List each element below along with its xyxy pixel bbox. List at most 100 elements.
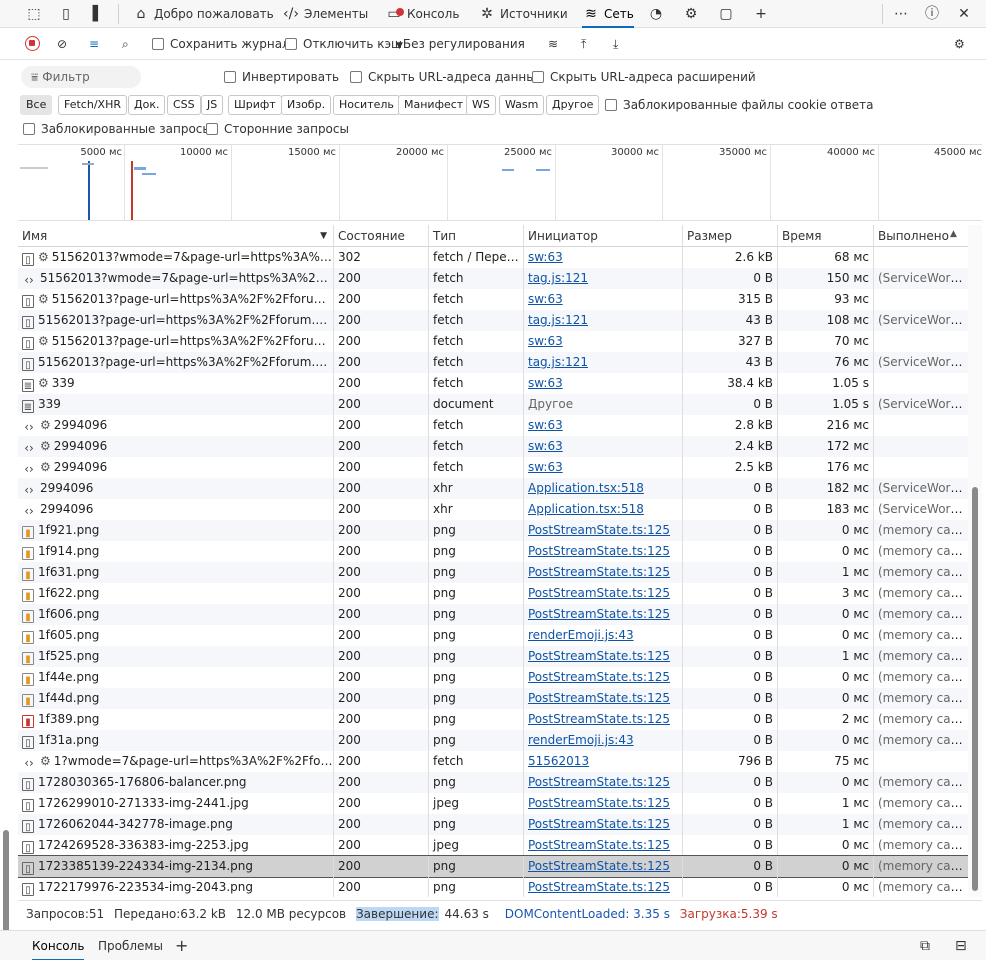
- table-row[interactable]: ▮ 1f389.png 200 png PostStreamState.ts:125 0 …: [18, 709, 968, 730]
- table-row[interactable]: ▮ 1f605.png 200 png renderEmoji.js:43 0 B 0 мс…: [18, 625, 968, 646]
- search-icon[interactable]: ⌕: [122, 34, 129, 54]
- table-row[interactable]: ▮ 1f44d.png 200 png PostStreamState.ts:125 0 …: [18, 688, 968, 709]
- type-filter-manifest[interactable]: Манифест: [398, 95, 470, 115]
- cell-init[interactable]: Application.tsx:518: [524, 478, 683, 499]
- hide-extension-urls-checkbox[interactable]: Скрыть URL-адреса расширений: [532, 68, 756, 86]
- table-row[interactable]: ▯ ⚙ 51562013?page-url=https%3A%2F%2Fforum.…: [18, 289, 968, 310]
- cell-init[interactable]: sw:63: [524, 289, 683, 310]
- cell-init[interactable]: renderEmoji.js:43: [524, 730, 683, 751]
- more-tools-icon[interactable]: +: [751, 4, 771, 24]
- type-filter-wasm[interactable]: Wasm: [499, 95, 545, 115]
- table-row[interactable]: ▯ ⚙ 51562013?wmode=7&page-url=https%3A%2F%…: [18, 247, 968, 268]
- table-scrollbar[interactable]: [968, 225, 982, 897]
- cell-init[interactable]: sw:63: [524, 436, 683, 457]
- table-row[interactable]: ‹› ⚙ 1?wmode=7&page-url=https%3A%2F%2Fforu…: [18, 751, 968, 772]
- table-row[interactable]: ▯ 51562013?page-url=https%3A%2F%2Fforum.e…: [18, 310, 968, 331]
- cell-init[interactable]: sw:63: [524, 415, 683, 436]
- filter-toggle-icon[interactable]: ≡: [89, 34, 99, 54]
- table-row[interactable]: ▮ 1f525.png 200 png PostStreamState.ts:125 0 …: [18, 646, 968, 667]
- settings-gear-icon[interactable]: ⚙: [954, 34, 965, 54]
- network-overview[interactable]: 5000 мс 10000 мс 15000 мс 20000 мс 25000…: [18, 144, 982, 221]
- cell-init[interactable]: Application.tsx:518: [524, 499, 683, 520]
- blocked-requests-checkbox[interactable]: Заблокированные запросы: [23, 120, 212, 138]
- table-row[interactable]: ▮ 1f631.png 200 png PostStreamState.ts:125 0 …: [18, 562, 968, 583]
- column-header-initiator[interactable]: Инициатор: [524, 225, 683, 247]
- cell-init[interactable]: PostStreamState.ts:125: [524, 688, 683, 709]
- type-filter-other[interactable]: Другое: [546, 95, 600, 115]
- tab-network[interactable]: ≋ Сеть: [582, 0, 634, 28]
- cell-init[interactable]: renderEmoji.js:43: [524, 625, 683, 646]
- cell-init[interactable]: PostStreamState.ts:125: [524, 793, 683, 814]
- cell-init[interactable]: tag.js:121: [524, 268, 683, 289]
- cell-init[interactable]: PostStreamState.ts:125: [524, 583, 683, 604]
- cell-init[interactable]: PostStreamState.ts:125: [524, 877, 683, 897]
- hide-data-urls-checkbox[interactable]: Скрыть URL-адреса данных: [350, 68, 543, 86]
- more-options-icon[interactable]: ⋯: [891, 4, 911, 24]
- type-filter-all[interactable]: Все: [20, 95, 53, 115]
- table-row[interactable]: ▯ 1723385139-224334-img-2134.png 200 png Pos…: [18, 855, 968, 878]
- column-header-name[interactable]: Имя ▼: [18, 225, 334, 247]
- cell-init[interactable]: tag.js:121: [524, 352, 683, 373]
- import-har-icon[interactable]: ⤒: [581, 34, 586, 54]
- type-filter-fetch-xhr[interactable]: Fetch/XHR: [58, 95, 127, 115]
- table-row[interactable]: ‹› 2994096 200 xhr Application.tsx:518 0 B 182…: [18, 478, 968, 499]
- inspect-element-icon[interactable]: ⬚: [24, 4, 44, 24]
- drawer-splitter-handle[interactable]: [3, 830, 9, 940]
- table-row[interactable]: ▯ 1726299010-271333-img-2441.jpg 200 jpeg Po…: [18, 793, 968, 814]
- type-filter-css[interactable]: CSS: [167, 95, 201, 115]
- cell-init[interactable]: sw:63: [524, 331, 683, 352]
- invert-checkbox[interactable]: Инвертировать: [224, 68, 339, 86]
- close-icon[interactable]: ✕: [954, 4, 974, 24]
- table-row[interactable]: ▯ 1726062044-342778-image.png 200 png PostSt…: [18, 814, 968, 835]
- clear-icon[interactable]: ⊘: [57, 34, 67, 54]
- cell-init[interactable]: sw:63: [524, 247, 683, 268]
- cell-init[interactable]: sw:63: [524, 457, 683, 478]
- table-row[interactable]: ▯ 1728030365-176806-balancer.png 200 png Pos…: [18, 772, 968, 793]
- drawer-tab-console[interactable]: Консоль: [32, 931, 85, 960]
- add-drawer-tab-icon[interactable]: +: [175, 931, 188, 960]
- network-conditions-icon[interactable]: ≋: [548, 34, 558, 54]
- type-filter-img[interactable]: Изобр.: [281, 95, 332, 115]
- help-icon[interactable]: ⓘ: [922, 4, 942, 24]
- preserve-log-checkbox[interactable]: Сохранить журнал: [152, 34, 290, 54]
- type-filter-ws[interactable]: WS: [466, 95, 496, 115]
- record-icon[interactable]: [25, 34, 43, 54]
- chevron-up-icon[interactable]: ▲: [950, 229, 957, 239]
- disable-cache-checkbox[interactable]: Отключить кэш: [285, 34, 402, 54]
- table-row[interactable]: ▮ 1f606.png 200 png PostStreamState.ts:125 0 …: [18, 604, 968, 625]
- dock-sidebar-icon[interactable]: ▌: [88, 4, 108, 24]
- type-filter-media[interactable]: Носитель: [333, 95, 400, 115]
- minimize-drawer-icon[interactable]: ⊟: [955, 931, 967, 960]
- column-header-type[interactable]: Тип: [429, 225, 524, 247]
- table-row[interactable]: ≣ ⚙ 339 200 fetch sw:63 38.4 kB 1.05 s: [18, 373, 968, 394]
- table-row[interactable]: ‹› 51562013?wmode=7&page-url=https%3A%2F%…: [18, 268, 968, 289]
- performance-icon[interactable]: ◔: [646, 4, 666, 24]
- filter-input[interactable]: ⩸ Фильтр: [21, 66, 141, 88]
- table-row[interactable]: ▯ 1722179976-223534-img-2043.png 200 png Pos…: [18, 877, 968, 897]
- device-emulation-icon[interactable]: ▯: [56, 4, 76, 24]
- table-row[interactable]: ▮ 1f921.png 200 png PostStreamState.ts:125 0 …: [18, 520, 968, 541]
- table-row[interactable]: ‹› ⚙ 2994096 200 fetch sw:63 2.4 kB 172 мс: [18, 436, 968, 457]
- cell-init[interactable]: PostStreamState.ts:125: [524, 541, 683, 562]
- table-row[interactable]: ▯ 51562013?page-url=https%3A%2F%2Fforum.e…: [18, 352, 968, 373]
- cell-init[interactable]: tag.js:121: [524, 310, 683, 331]
- table-row[interactable]: ‹› ⚙ 2994096 200 fetch sw:63 2.5 kB 176 мс: [18, 457, 968, 478]
- table-row[interactable]: ▮ 1f44e.png 200 png PostStreamState.ts:125 0 …: [18, 667, 968, 688]
- table-row[interactable]: ‹› ⚙ 2994096 200 fetch sw:63 2.8 kB 216 мс: [18, 415, 968, 436]
- type-filter-doc[interactable]: Док.: [128, 95, 166, 115]
- cell-init[interactable]: sw:63: [524, 373, 683, 394]
- export-har-icon[interactable]: ⤓: [613, 34, 618, 54]
- cell-init[interactable]: PostStreamState.ts:125: [524, 520, 683, 541]
- tab-elements[interactable]: ‹/› Элементы: [282, 0, 368, 28]
- type-filter-font[interactable]: Шрифт: [228, 95, 282, 115]
- cell-init[interactable]: PostStreamState.ts:125: [524, 667, 683, 688]
- table-row[interactable]: ▮ 1f622.png 200 png PostStreamState.ts:125 0 …: [18, 583, 968, 604]
- cell-init[interactable]: PostStreamState.ts:125: [524, 835, 683, 856]
- table-row[interactable]: ▯ ⚙ 51562013?page-url=https%3A%2F%2Fforum.…: [18, 331, 968, 352]
- third-party-checkbox[interactable]: Сторонние запросы: [206, 120, 349, 138]
- cell-init[interactable]: PostStreamState.ts:125: [524, 709, 683, 730]
- tab-console[interactable]: ▭ Консоль: [385, 0, 459, 28]
- column-header-time[interactable]: Время: [778, 225, 874, 247]
- table-row[interactable]: ‹› 2994096 200 xhr Application.tsx:518 0 B 183…: [18, 499, 968, 520]
- memory-icon[interactable]: ⚙: [681, 4, 701, 24]
